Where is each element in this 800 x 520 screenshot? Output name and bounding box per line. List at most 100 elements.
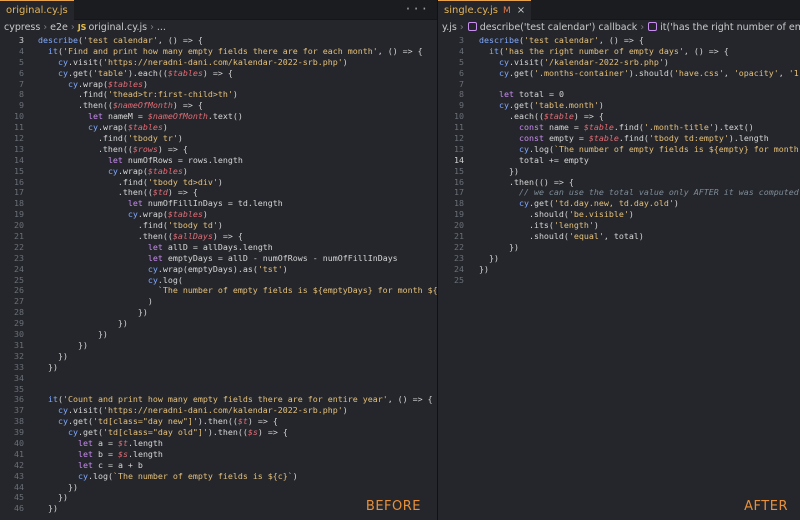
code-text: }) (479, 263, 489, 274)
line-number: 20 (14, 220, 24, 231)
code-line: 10 let nameM = $nameOfMonth.text() (0, 111, 437, 122)
code-line: 6 cy.get('.months-container').should('ha… (438, 68, 800, 79)
code-line: 28 }) (0, 307, 437, 318)
line-number: 23 (14, 252, 24, 263)
line-number: 37 (14, 405, 24, 416)
code-text: let b = $s.length (77, 448, 163, 459)
line-number: 30 (14, 329, 24, 340)
code-line: 30 }) (0, 329, 437, 340)
line-number: 24 (14, 263, 24, 274)
code-text: cy.wrap($tables) (67, 78, 148, 89)
left-tab-bar: original.cy.js ··· (0, 0, 437, 20)
line-number: 32 (14, 350, 24, 361)
line-number: 6 (19, 67, 24, 78)
code-line: 32 }) (0, 351, 437, 362)
code-text: it('Count and print how many empty field… (48, 394, 433, 405)
breadcrumb-item[interactable]: cypress (4, 22, 40, 33)
code-text: .then(() => { (479, 176, 574, 187)
code-text: }) (38, 329, 108, 340)
code-line: 8 .find('thead>tr:first-child>th') (0, 89, 437, 100)
code-line: 26 `The number of empty fields is ${empt… (0, 285, 437, 296)
breadcrumb-item[interactable]: describe('test calendar') callback (480, 22, 638, 33)
tab-single-cy-js[interactable]: single.cy.js M × (438, 0, 532, 20)
code-line: 25 (438, 275, 800, 286)
line-number: 39 (14, 427, 24, 438)
close-icon[interactable]: × (517, 5, 525, 16)
code-text: cy.get('table.month') (498, 100, 604, 111)
line-number: 10 (14, 111, 24, 122)
code-text: }) (479, 165, 519, 176)
breadcrumb-item[interactable]: e2e (50, 22, 68, 33)
line-number: 46 (14, 503, 24, 514)
chevron-right-icon: › (43, 22, 48, 33)
code-line: 24 cy.wrap(emptyDays).as('tst') (0, 264, 437, 275)
function-icon (467, 22, 477, 31)
line-number: 13 (14, 143, 24, 154)
code-line: 20 .its('length') (438, 220, 800, 231)
breadcrumb-item[interactable]: original.cy.js (88, 22, 147, 33)
line-number: 19 (14, 209, 24, 220)
code-line: 19 .should('be.visible') (438, 209, 800, 220)
more-actions-icon[interactable]: ··· (404, 0, 429, 19)
code-text: cy.get('td.day.new, td.day.old') (518, 198, 679, 209)
modified-badge: M (502, 6, 511, 16)
code-text: .then(($rows) => { (38, 143, 188, 154)
line-number: 5 (459, 56, 464, 67)
code-text: }) (479, 241, 519, 252)
code-text: let total = 0 (498, 89, 564, 100)
tab-original-cy-js[interactable]: original.cy.js (0, 0, 74, 20)
line-number: 16 (454, 176, 464, 187)
code-line: 12 const empty = $table.find('tbody td:e… (438, 133, 800, 144)
code-line: 13 .then(($rows) => { (0, 144, 437, 155)
line-number: 11 (14, 122, 24, 133)
line-number: 23 (454, 252, 464, 263)
left-code-editor[interactable]: 3 describe('test calendar', () => {4 it('… (0, 35, 437, 514)
code-line: 18 cy.get('td.day.new, td.day.old') (438, 198, 800, 209)
code-text: cy.wrap($tables) (87, 122, 168, 133)
code-line: 31 }) (0, 340, 437, 351)
chevron-right-icon: › (70, 22, 75, 33)
right-tab-bar: single.cy.js M × (438, 0, 800, 20)
code-text: }) (38, 361, 58, 372)
code-text: }) (38, 481, 78, 492)
code-line: 25 cy.log( (0, 275, 437, 286)
code-text: `The number of empty fields is ${emptyDa… (157, 285, 438, 296)
line-number: 22 (14, 241, 24, 252)
breadcrumb-item[interactable]: y.js (442, 22, 457, 33)
line-number: 19 (454, 209, 464, 220)
code-line: 3 describe('test calendar', () => { (438, 35, 800, 46)
code-text: .should('be.visible') (479, 209, 634, 220)
code-line: 21 .then(($allDays) => { (0, 231, 437, 242)
code-text: let a = $t.length (77, 437, 163, 448)
line-number: 12 (454, 133, 464, 144)
line-number: 9 (459, 100, 464, 111)
tab-title: single.cy.js (444, 5, 498, 16)
code-line: 10 .each(($table) => { (438, 111, 800, 122)
right-code-editor[interactable]: 3 describe('test calendar', () => {4 it('… (438, 35, 800, 285)
code-text: cy.log(`The number of empty fields is ${… (518, 143, 799, 154)
code-text: describe('test calendar', () => { (479, 35, 644, 45)
code-line: 36 it('Count and print how many empty fi… (0, 394, 437, 405)
breadcrumb-item[interactable]: it('has the right number of empty days')… (660, 22, 800, 33)
code-line: 39 cy.get('td[class="day old"]').then(($… (0, 427, 437, 438)
code-text: total += empty (479, 154, 589, 165)
line-number: 25 (14, 274, 24, 285)
code-text: cy.get('td[class="day old"]').then(($s) … (67, 427, 288, 438)
code-text: }) (38, 350, 68, 361)
code-text: .each(($table) => { (479, 111, 604, 122)
code-line: 33 }) (0, 362, 437, 373)
code-line: 42 let c = a + b (0, 460, 437, 471)
before-label: BEFORE (365, 499, 421, 514)
code-text: cy.get('td[class="day new"]').then(($t) … (57, 416, 278, 427)
code-line: 12 .find('tbody tr') (0, 133, 437, 144)
code-text: .then(($td) => { (38, 187, 198, 198)
line-number: 41 (14, 448, 24, 459)
code-text: cy.log( (147, 274, 183, 285)
breadcrumb-item[interactable]: ... (157, 22, 166, 33)
code-text: let numOfRows = rows.length (107, 154, 243, 165)
line-number: 9 (19, 100, 24, 111)
line-number: 21 (454, 231, 464, 242)
line-number: 31 (14, 339, 24, 350)
line-number: 25 (454, 274, 464, 285)
line-number: 14 (454, 154, 464, 165)
